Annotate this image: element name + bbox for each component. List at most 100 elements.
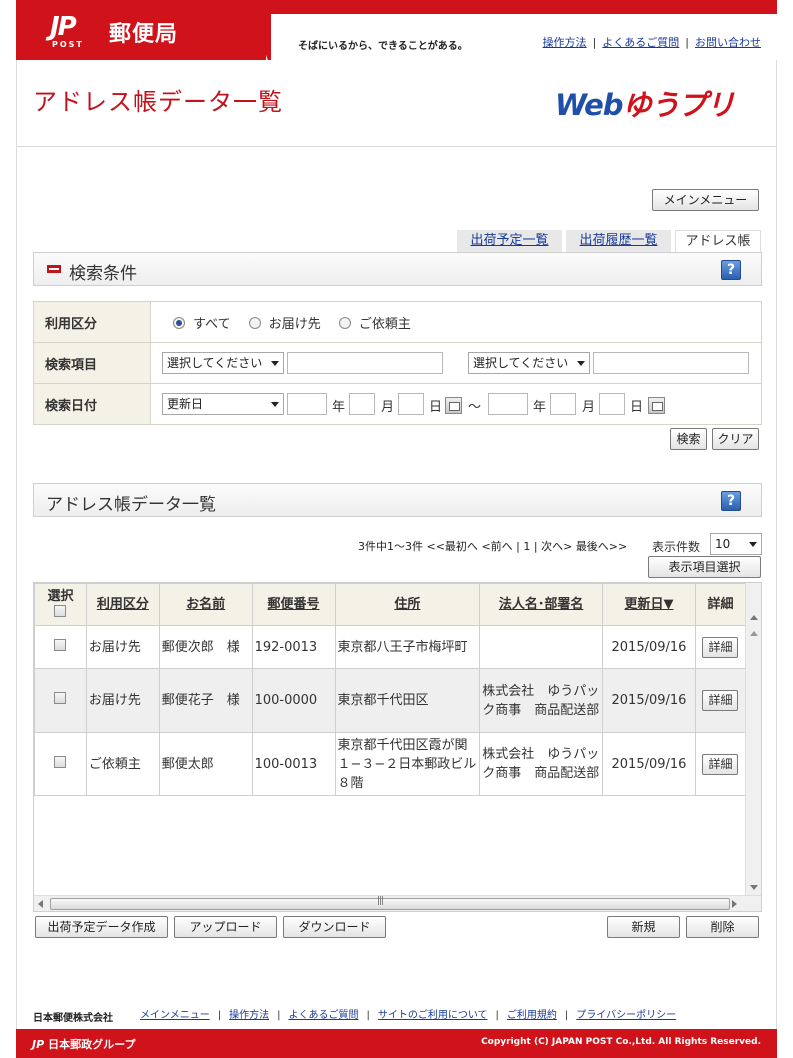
to-month-input[interactable] <box>550 393 576 415</box>
link-separator: | <box>217 1010 222 1021</box>
month-label: 月 <box>381 400 395 415</box>
main-menu-button[interactable]: メインメニュー <box>652 189 759 211</box>
footer-link-how-to[interactable]: 操作方法 <box>229 1010 269 1021</box>
footer-link-terms[interactable]: ご利用規約 <box>507 1010 557 1021</box>
detail-button[interactable]: 詳細 <box>702 636 739 658</box>
link-how-to[interactable]: 操作方法 <box>543 36 587 49</box>
tab-address-book[interactable]: アドレス帳 <box>675 230 761 252</box>
link-contact[interactable]: お問い合わせ <box>695 36 761 49</box>
new-button[interactable]: 新規 <box>607 916 680 938</box>
help-icon[interactable]: ? <box>721 491 741 511</box>
radio-sender-label: ご依頼主 <box>358 316 411 332</box>
scroll-left-icon[interactable] <box>38 900 43 908</box>
row-name: 郵便次郎 様 <box>158 625 253 669</box>
jp-logo-mark: JP <box>50 12 77 42</box>
date-type-select[interactable]: 更新日 <box>162 393 284 415</box>
row-usage: お届け先 <box>85 668 160 733</box>
col-zip[interactable]: 郵便番号 <box>251 583 336 626</box>
radio-sender[interactable] <box>338 316 351 329</box>
scroll-thumb[interactable] <box>50 896 730 910</box>
scroll-right-icon[interactable] <box>732 900 737 908</box>
row-usage: お届け先 <box>85 625 160 669</box>
tagline: そばにいるから、できることがある。 <box>298 41 468 52</box>
link-faq[interactable]: よくあるご質問 <box>602 36 679 49</box>
upload-button[interactable]: アップロード <box>174 916 277 938</box>
chevron-down-icon <box>577 361 585 366</box>
delete-button[interactable]: 削除 <box>686 916 759 938</box>
search-section-header: 検索条件 ? <box>33 252 762 286</box>
from-day-input[interactable] <box>398 393 424 415</box>
day-label: 日 <box>429 400 443 415</box>
radio-delivery[interactable] <box>248 316 261 329</box>
search-button[interactable]: 検索 <box>670 428 707 450</box>
footer-links: メインメニュー | 操作方法 | よくあるご質問 | サイトのご利用について | ご利用規約 | プ… <box>140 1006 676 1021</box>
col-updated[interactable]: 更新日▼ <box>602 583 696 626</box>
search-date-fields: 更新日 年 月 日 〜 年 月 日 <box>150 383 762 425</box>
calendar-icon[interactable] <box>445 397 462 414</box>
search-item-select-2[interactable]: 選択してください <box>468 352 590 374</box>
jp-logo-mark: JP <box>32 1038 45 1051</box>
row-checkbox[interactable] <box>54 692 67 704</box>
month-label: 月 <box>582 400 596 415</box>
row-checkbox[interactable] <box>54 638 67 651</box>
row-checkbox[interactable] <box>54 755 67 768</box>
japan-post-logo[interactable]: JP POST <box>50 12 96 50</box>
column-select-button[interactable]: 表示項目選択 <box>648 556 761 578</box>
web-logo-web: Web <box>555 88 624 122</box>
horizontal-scrollbar[interactable] <box>34 895 761 911</box>
pager-first[interactable]: <<最初へ <box>427 540 478 553</box>
search-form: 利用区分 すべて お届け先 ご依頼主 検索項目 選択してください 選択してくださ… <box>33 301 762 425</box>
scroll-up-icon[interactable] <box>750 615 758 620</box>
detail-button[interactable]: 詳細 <box>702 753 739 775</box>
scroll-down-icon[interactable] <box>750 885 758 890</box>
row-company <box>479 625 603 669</box>
web-yupri-logo: Webゆうプリ <box>555 82 735 124</box>
footer-link-privacy[interactable]: プライバシーポリシー <box>576 1010 676 1021</box>
footer-link-faq[interactable]: よくあるご質問 <box>288 1010 358 1021</box>
footer-link-site-usage[interactable]: サイトのご利用について <box>378 1010 488 1021</box>
link-separator: | <box>592 36 597 49</box>
search-item-select-1[interactable]: 選択してください <box>162 352 284 374</box>
group-name: 日本郵政グループ <box>48 1038 136 1051</box>
footer-link-main-menu[interactable]: メインメニュー <box>140 1010 210 1021</box>
range-tilde: 〜 <box>468 400 482 415</box>
help-icon[interactable]: ? <box>721 260 741 280</box>
pager-last[interactable]: 最後へ>> <box>576 540 627 553</box>
col-name[interactable]: お名前 <box>158 583 253 626</box>
search-item-input-2[interactable] <box>593 352 749 374</box>
col-company[interactable]: 法人名･部署名 <box>479 583 603 626</box>
page-frame-right <box>776 0 777 1058</box>
row-updated: 2015/09/16 <box>602 625 696 669</box>
tab-shipment-plan[interactable]: 出荷予定一覧 <box>457 230 562 252</box>
download-button[interactable]: ダウンロード <box>283 916 386 938</box>
link-separator: | <box>366 1010 370 1021</box>
search-item-input-1[interactable] <box>287 352 443 374</box>
calendar-icon[interactable] <box>648 397 665 414</box>
to-day-input[interactable] <box>599 393 625 415</box>
post-office-name: 郵便局 <box>109 22 179 47</box>
table-row: ご依頼主 郵便太郎 100-0013 東京都千代田区霞が関１−３−２日本郵政ビル… <box>34 732 747 796</box>
chevron-down-icon <box>271 361 279 366</box>
detail-button[interactable]: 詳細 <box>702 690 739 711</box>
page-size-select[interactable]: 10 <box>710 533 762 555</box>
scroll-up-icon[interactable] <box>750 631 758 636</box>
from-year-input[interactable] <box>287 393 327 415</box>
tab-shipment-history[interactable]: 出荷履歴一覧 <box>566 230 671 252</box>
row-address: 東京都千代田区 <box>334 668 481 733</box>
pager-summary: 3件中1〜3件 <box>358 540 423 553</box>
col-address[interactable]: 住所 <box>334 583 481 626</box>
header-divider <box>17 146 776 147</box>
pager-prev[interactable]: <前へ <box>481 540 512 553</box>
pager-next[interactable]: 次へ> <box>541 540 572 553</box>
day-label: 日 <box>630 400 644 415</box>
col-usage[interactable]: 利用区分 <box>85 583 160 626</box>
from-month-input[interactable] <box>349 393 375 415</box>
to-year-input[interactable] <box>488 393 528 415</box>
row-detail-cell: 詳細 <box>694 625 747 669</box>
select-all-checkbox[interactable] <box>54 604 67 617</box>
collapse-icon[interactable] <box>47 265 61 273</box>
create-shipment-button[interactable]: 出荷予定データ作成 <box>35 916 168 938</box>
clear-button[interactable]: クリア <box>712 428 759 450</box>
radio-all[interactable] <box>173 316 185 329</box>
vertical-scrollbar[interactable] <box>745 583 761 895</box>
